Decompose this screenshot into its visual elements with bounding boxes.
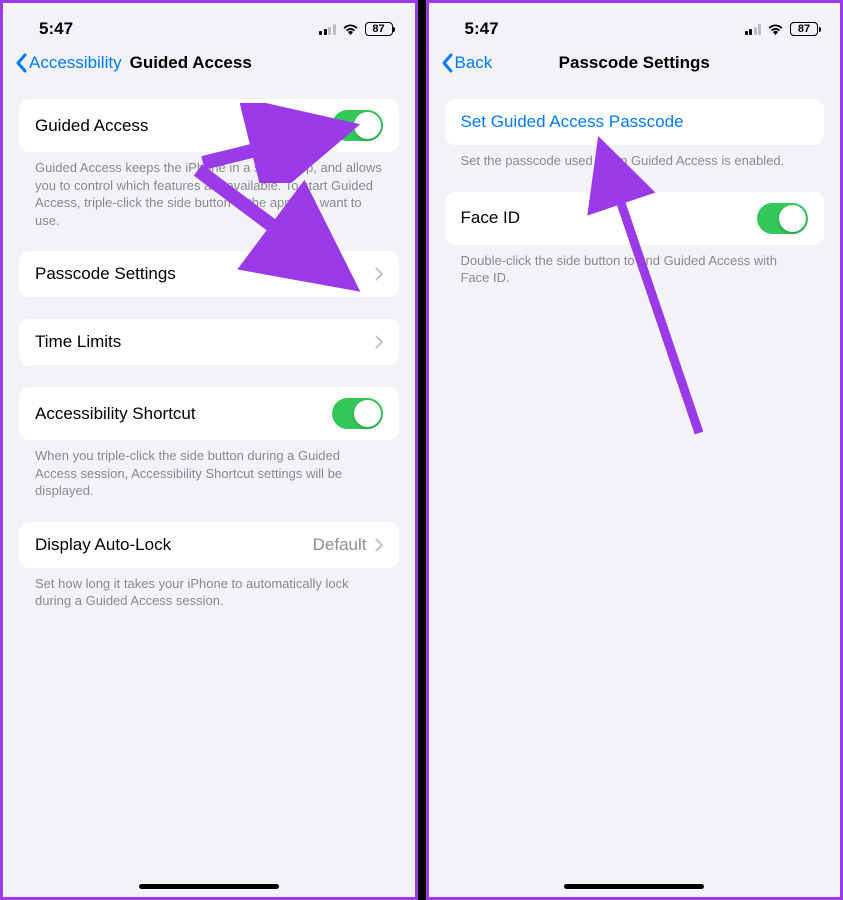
cell-guided-access-toggle[interactable]: Guided Access — [19, 99, 399, 152]
home-indicator[interactable] — [564, 884, 704, 889]
chevron-left-icon — [15, 53, 27, 73]
section-footer: Set how long it takes your iPhone to aut… — [19, 568, 399, 610]
cell-label: Accessibility Shortcut — [35, 404, 332, 424]
cell-label: Face ID — [461, 208, 758, 228]
section-guided-access: Guided Access Guided Access keeps the iP… — [19, 99, 399, 229]
section-footer: Set the passcode used when Guided Access… — [445, 145, 825, 170]
cell-label: Passcode Settings — [35, 264, 375, 284]
nav-bar: Accessibility Guided Access — [3, 47, 415, 83]
back-button[interactable]: Back — [441, 53, 493, 73]
status-icons: 87 — [745, 22, 819, 36]
cell-detail-value: Default — [313, 535, 367, 555]
section-shortcut: Accessibility Shortcut When you triple-c… — [19, 387, 399, 500]
nav-bar: Back Passcode Settings — [429, 47, 841, 83]
battery-icon: 87 — [790, 22, 818, 36]
status-bar: 5:47 87 — [3, 3, 415, 47]
chevron-right-icon — [375, 538, 383, 552]
section-footer: When you triple-click the side button du… — [19, 440, 399, 500]
toggle-guided-access-on[interactable] — [332, 110, 383, 141]
phone-right-passcode-settings: 5:47 87 Back Passcode Settings Set Guide… — [426, 0, 843, 900]
cellular-signal-icon — [319, 23, 336, 35]
chevron-right-icon — [375, 267, 383, 281]
settings-content: Set Guided Access Passcode Set the passc… — [429, 83, 841, 897]
cell-display-auto-lock[interactable]: Display Auto-Lock Default — [19, 522, 399, 568]
battery-percentage: 87 — [372, 23, 384, 35]
page-title: Guided Access — [130, 53, 252, 73]
section-footer: Guided Access keeps the iPhone in a sing… — [19, 152, 399, 229]
status-icons: 87 — [319, 22, 393, 36]
status-time: 5:47 — [39, 19, 73, 39]
settings-content: Guided Access Guided Access keeps the iP… — [3, 83, 415, 897]
battery-icon: 87 — [365, 22, 393, 36]
cell-passcode-settings[interactable]: Passcode Settings — [19, 251, 399, 297]
cell-label: Set Guided Access Passcode — [461, 112, 809, 132]
section-set-passcode: Set Guided Access Passcode Set the passc… — [445, 99, 825, 170]
cell-set-guided-access-passcode[interactable]: Set Guided Access Passcode — [445, 99, 825, 145]
status-time: 5:47 — [465, 19, 499, 39]
section-time-limits: Time Limits — [19, 319, 399, 365]
cell-label: Guided Access — [35, 116, 332, 136]
chevron-right-icon — [375, 335, 383, 349]
cell-label: Time Limits — [35, 332, 375, 352]
wifi-icon — [342, 23, 359, 35]
section-passcode: Passcode Settings — [19, 251, 399, 297]
back-button-accessibility[interactable]: Accessibility — [15, 53, 122, 73]
battery-percentage: 87 — [798, 23, 810, 35]
toggle-face-id-on[interactable] — [757, 203, 808, 234]
cell-time-limits[interactable]: Time Limits — [19, 319, 399, 365]
cell-label: Display Auto-Lock — [35, 535, 313, 555]
home-indicator[interactable] — [139, 884, 279, 889]
section-faceid: Face ID Double-click the side button to … — [445, 192, 825, 287]
cellular-signal-icon — [745, 23, 762, 35]
back-label: Accessibility — [29, 53, 122, 73]
chevron-left-icon — [441, 53, 453, 73]
cell-face-id-toggle[interactable]: Face ID — [445, 192, 825, 245]
section-autolock: Display Auto-Lock Default Set how long i… — [19, 522, 399, 610]
cell-accessibility-shortcut-toggle[interactable]: Accessibility Shortcut — [19, 387, 399, 440]
toggle-accessibility-shortcut-on[interactable] — [332, 398, 383, 429]
wifi-icon — [767, 23, 784, 35]
phone-left-guided-access: 5:47 87 Accessibility Guided Access Guid… — [0, 0, 418, 900]
back-label: Back — [455, 53, 493, 73]
status-bar: 5:47 87 — [429, 3, 841, 47]
section-footer: Double-click the side button to end Guid… — [445, 245, 825, 287]
